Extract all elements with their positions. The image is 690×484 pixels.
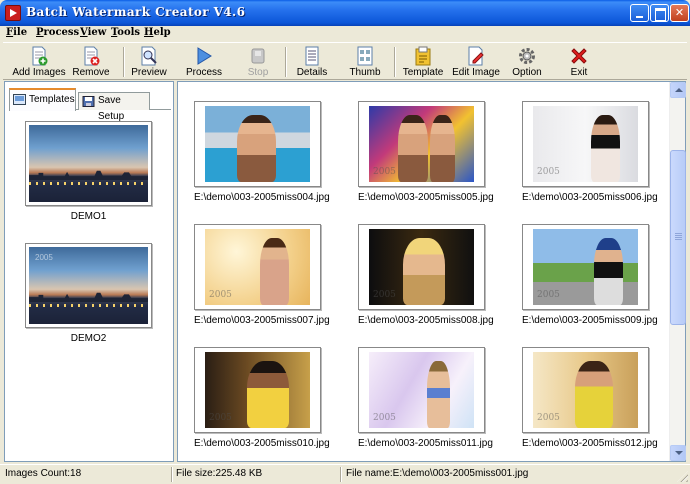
photo: 2005 [533,229,638,305]
file-size: File size:225.48 KB [176,468,263,479]
gear-icon [519,48,535,64]
scroll-thumb[interactable] [670,150,686,325]
menu-tools[interactable]: Tools [111,27,140,38]
image-thumbnail[interactable]: 2005 [522,101,649,187]
remove-icon [84,46,100,66]
preview-icon [141,46,157,66]
details-icon [305,46,319,66]
templates-tab-icon [13,94,26,105]
tab-templates-label: Templates [29,94,75,105]
title-bar[interactable]: Batch Watermark Creator V4.6 ✕ [0,0,690,26]
scroll-down-button[interactable] [670,445,686,461]
photo: 2005 [369,229,474,305]
panel-tabs: Templates Save Setup [9,88,171,122]
photo: 2005 [205,229,310,305]
app-icon [5,5,21,21]
menu-file[interactable]: File [6,27,27,38]
photo: 2005 [533,106,638,182]
add-images-icon [32,46,48,66]
image-caption: E:\demo\003-2005miss005.jpg [358,192,494,203]
remove-button[interactable]: Remove [64,44,118,80]
template-thumbnail[interactable] [25,121,152,206]
image-thumbnail[interactable]: 2005 [358,347,485,433]
tab-save-setup[interactable]: Save Setup [78,92,150,122]
menu-bar: File Process View Tools Help [0,26,690,41]
template-icon [415,46,431,66]
watermark-text: 2005 [373,167,396,177]
image-caption: E:\demo\003-2005miss008.jpg [358,315,494,326]
vertical-scrollbar[interactable] [669,82,686,461]
photo: 2005 [369,352,474,428]
image-caption: E:\demo\003-2005miss007.jpg [194,315,330,326]
image-thumbnail[interactable]: 2005 [358,224,485,310]
watermark-text: 2005 [373,413,396,423]
exit-button[interactable]: Exit [552,44,606,80]
status-separator [171,467,173,482]
image-caption: E:\demo\003-2005miss012.jpg [522,438,658,449]
exit-label: Exit [570,67,588,78]
image-caption: E:\demo\003-2005miss006.jpg [522,192,658,203]
image-thumbnail[interactable]: 2005 [194,347,321,433]
minimize-button[interactable] [630,4,649,22]
image-caption: E:\demo\003-2005miss011.jpg [358,438,493,449]
menu-view[interactable]: View [80,27,106,38]
file-name: File name:E:\demo\003-2005miss001.jpg [346,468,529,479]
stop-icon [251,48,265,64]
play-icon [197,47,212,65]
watermark-text: 2005 [209,290,232,300]
template-thumbnail[interactable]: 2005 [25,243,152,328]
image-thumbnail[interactable]: 2005 [358,101,485,187]
image-thumbnail[interactable]: 2005 [522,224,649,310]
photo: 2005 [205,352,310,428]
preview-button[interactable]: Preview [122,44,176,80]
thumb-icon [357,46,373,66]
watermark-text: 2005 [537,413,560,423]
scroll-up-button[interactable] [670,82,686,98]
maximize-button[interactable] [650,4,669,22]
status-separator [340,467,342,482]
tab-templates[interactable]: Templates [9,88,76,111]
close-button[interactable]: ✕ [670,4,689,22]
photo: 2005 [369,106,474,182]
template-image [29,125,148,202]
watermark-text: 2005 [537,290,560,300]
template-watermark: 2005 [35,253,53,262]
exit-x-icon [571,48,587,64]
image-thumbnail[interactable]: 2005 [194,224,321,310]
images-count: Images Count:18 [5,468,82,479]
watermark-text: 2005 [373,290,396,300]
templates-panel: Templates Save Setup DEMO1 2005 DEMO2 [4,81,174,462]
status-bar: Images Count:18 File size:225.48 KB File… [0,464,690,484]
floppy-disk-icon [82,96,95,107]
photo: 2005 [533,352,638,428]
template-name: DEMO2 [70,333,107,344]
menu-help[interactable]: Help [144,27,171,38]
tab-save-setup-label: Save Setup [98,95,125,122]
image-thumbnail[interactable] [194,101,321,187]
image-caption: E:\demo\003-2005miss010.jpg [194,438,330,449]
image-grid[interactable]: E:\demo\003-2005miss004.jpg 2005 E:\demo… [177,81,686,462]
watermark-text: 2005 [537,167,560,177]
resize-grip[interactable] [677,471,688,482]
menu-process[interactable]: Process [36,27,79,38]
template-name: DEMO1 [70,211,107,222]
image-caption: E:\demo\003-2005miss004.jpg [194,192,330,203]
photo [205,106,310,182]
toolbar: Add Images Remove Preview Process Stop D… [3,42,687,80]
watermark-text: 2005 [209,413,232,423]
template-image: 2005 [29,247,148,324]
edit-image-icon [468,46,484,66]
thumb-button[interactable]: Thumb [338,44,392,80]
image-thumbnail[interactable]: 2005 [522,347,649,433]
image-caption: E:\demo\003-2005miss009.jpg [522,315,658,326]
window-title: Batch Watermark Creator V4.6 [26,5,246,19]
